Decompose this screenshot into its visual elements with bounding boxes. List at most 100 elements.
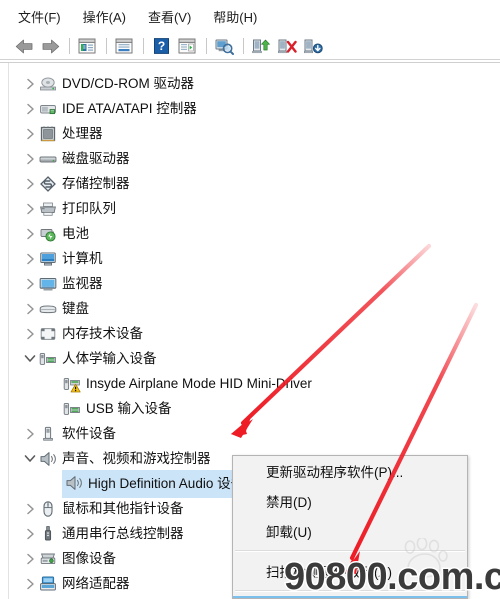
help-icon[interactable]: ?	[149, 35, 173, 57]
svg-text:?: ?	[157, 39, 164, 53]
chevron-right-icon[interactable]	[22, 521, 38, 546]
show-hide-action-pane-icon[interactable]	[175, 35, 199, 57]
tree-item-label: 图像设备	[62, 551, 116, 566]
tree-item-label: 监视器	[62, 276, 103, 291]
toolbar-bottom-divider	[0, 59, 500, 60]
chevron-right-icon[interactable]	[22, 96, 38, 121]
context-menu-item-label: 禁用(D)	[266, 495, 312, 510]
tree-item[interactable]: 计算机	[22, 246, 103, 271]
twisty-placeholder	[46, 371, 62, 396]
ctx-update-driver[interactable]: 更新驱动程序软件(P)...	[233, 456, 467, 486]
tree-item[interactable]: 鼠标和其他指针设备	[22, 496, 184, 521]
monitor-icon	[38, 274, 58, 294]
uninstall-device-icon[interactable]	[275, 35, 299, 57]
tree-item[interactable]: IDE ATA/ATAPI 控制器	[22, 96, 197, 121]
tree-item-label: 电池	[62, 226, 89, 241]
tree-item[interactable]: Insyde Airplane Mode HID Mini-Driver	[46, 371, 312, 396]
forward-arrow-icon[interactable]	[38, 35, 62, 57]
network-adapter-icon	[38, 574, 58, 594]
hid-icon	[38, 349, 58, 369]
tree-item[interactable]: 网络适配器	[22, 571, 130, 596]
tree-item[interactable]: DVD/CD-ROM 驱动器	[22, 71, 194, 96]
show-hide-console-tree-icon[interactable]	[75, 35, 99, 57]
tree-item[interactable]: 图像设备	[22, 546, 116, 571]
tree-item-label: High Definition Audio 设备	[88, 475, 245, 491]
menu-view[interactable]: 查看(V)	[148, 7, 191, 26]
tree-item[interactable]: 软件设备	[22, 421, 116, 446]
toolbar-separator	[206, 38, 207, 54]
tree-item[interactable]: 磁盘驱动器	[22, 146, 130, 171]
hid-icon	[62, 399, 82, 419]
chevron-right-icon[interactable]	[22, 121, 38, 146]
software-device-icon	[38, 424, 58, 444]
chevron-down-icon[interactable]	[22, 446, 38, 471]
menu-file[interactable]: 文件(F)	[18, 7, 61, 26]
ctx-disable[interactable]: 禁用(D)	[233, 486, 467, 516]
chevron-right-icon[interactable]	[22, 496, 38, 521]
tree-item-label: 内存技术设备	[62, 326, 143, 341]
tree-item-label: DVD/CD-ROM 驱动器	[62, 76, 194, 91]
usb-icon	[38, 524, 58, 544]
context-menu-item-label: 卸载(U)	[266, 525, 312, 540]
back-arrow-icon[interactable]	[12, 35, 36, 57]
sound-icon	[38, 449, 58, 469]
chevron-right-icon[interactable]	[22, 421, 38, 446]
device-manager-window: 文件(F) 操作(A) 查看(V) 帮助(H) ? DVD/CD-ROM 驱动器…	[0, 0, 500, 599]
chevron-down-icon[interactable]	[22, 346, 38, 371]
tree-item[interactable]: 电池	[22, 221, 89, 246]
hid-warning-icon	[62, 374, 82, 394]
chevron-right-icon[interactable]	[22, 71, 38, 96]
scan-hardware-changes-icon[interactable]	[212, 35, 236, 57]
toolbar: ?	[0, 32, 500, 60]
twisty-placeholder	[46, 471, 62, 496]
tree-item-label: 网络适配器	[62, 576, 130, 591]
memory-technology-icon	[38, 324, 58, 344]
chevron-right-icon[interactable]	[22, 246, 38, 271]
tree-left-border	[8, 63, 9, 599]
menu-bar: 文件(F) 操作(A) 查看(V) 帮助(H)	[0, 0, 500, 32]
properties-icon[interactable]	[112, 35, 136, 57]
computer-icon	[38, 249, 58, 269]
tree-item[interactable]: 声音、视频和游戏控制器	[22, 446, 211, 471]
chevron-right-icon[interactable]	[22, 571, 38, 596]
tree-item[interactable]: 监视器	[22, 271, 103, 296]
tree-item-label: 计算机	[62, 251, 103, 266]
keyboard-icon	[38, 299, 58, 319]
tree-item-label: 人体学输入设备	[62, 351, 157, 366]
chevron-right-icon[interactable]	[22, 221, 38, 246]
chevron-right-icon[interactable]	[22, 196, 38, 221]
tree-item-label: 打印队列	[62, 201, 116, 216]
chevron-right-icon[interactable]	[22, 171, 38, 196]
menu-help[interactable]: 帮助(H)	[213, 7, 257, 26]
chevron-right-icon[interactable]	[22, 271, 38, 296]
sound-icon	[64, 473, 84, 493]
chevron-right-icon[interactable]	[22, 546, 38, 571]
tree-item[interactable]: 人体学输入设备	[22, 346, 157, 371]
chevron-right-icon[interactable]	[22, 146, 38, 171]
chevron-right-icon[interactable]	[22, 296, 38, 321]
menu-action[interactable]: 操作(A)	[83, 7, 126, 26]
context-menu-item-label: 更新驱动程序软件(P)...	[266, 465, 404, 480]
tree-item[interactable]: 打印队列	[22, 196, 116, 221]
tree-item[interactable]: 内存技术设备	[22, 321, 143, 346]
disk-drive-icon	[38, 149, 58, 169]
toolbar-separator	[143, 38, 144, 54]
tree-item[interactable]: 存储控制器	[22, 171, 130, 196]
disable-device-icon[interactable]	[301, 35, 325, 57]
site-watermark: 90800.com.cn	[282, 555, 500, 599]
toolbar-separator	[106, 38, 107, 54]
tree-item[interactable]: USB 输入设备	[46, 396, 172, 421]
tree-item-label: Insyde Airplane Mode HID Mini-Driver	[86, 376, 312, 391]
tree-item-label: 声音、视频和游戏控制器	[62, 451, 211, 466]
tree-item-selected[interactable]: High Definition Audio 设备	[46, 469, 251, 498]
tree-item[interactable]: 通用串行总线控制器	[22, 521, 184, 546]
tree-item-label: 鼠标和其他指针设备	[62, 501, 184, 516]
chevron-right-icon[interactable]	[22, 321, 38, 346]
update-driver-icon[interactable]	[249, 35, 273, 57]
imaging-device-icon	[38, 549, 58, 569]
ide-controller-icon	[38, 99, 58, 119]
tree-item-label: 键盘	[62, 301, 89, 316]
tree-item[interactable]: 键盘	[22, 296, 89, 321]
tree-item[interactable]: 处理器	[22, 121, 103, 146]
dvd-drive-icon	[38, 74, 58, 94]
